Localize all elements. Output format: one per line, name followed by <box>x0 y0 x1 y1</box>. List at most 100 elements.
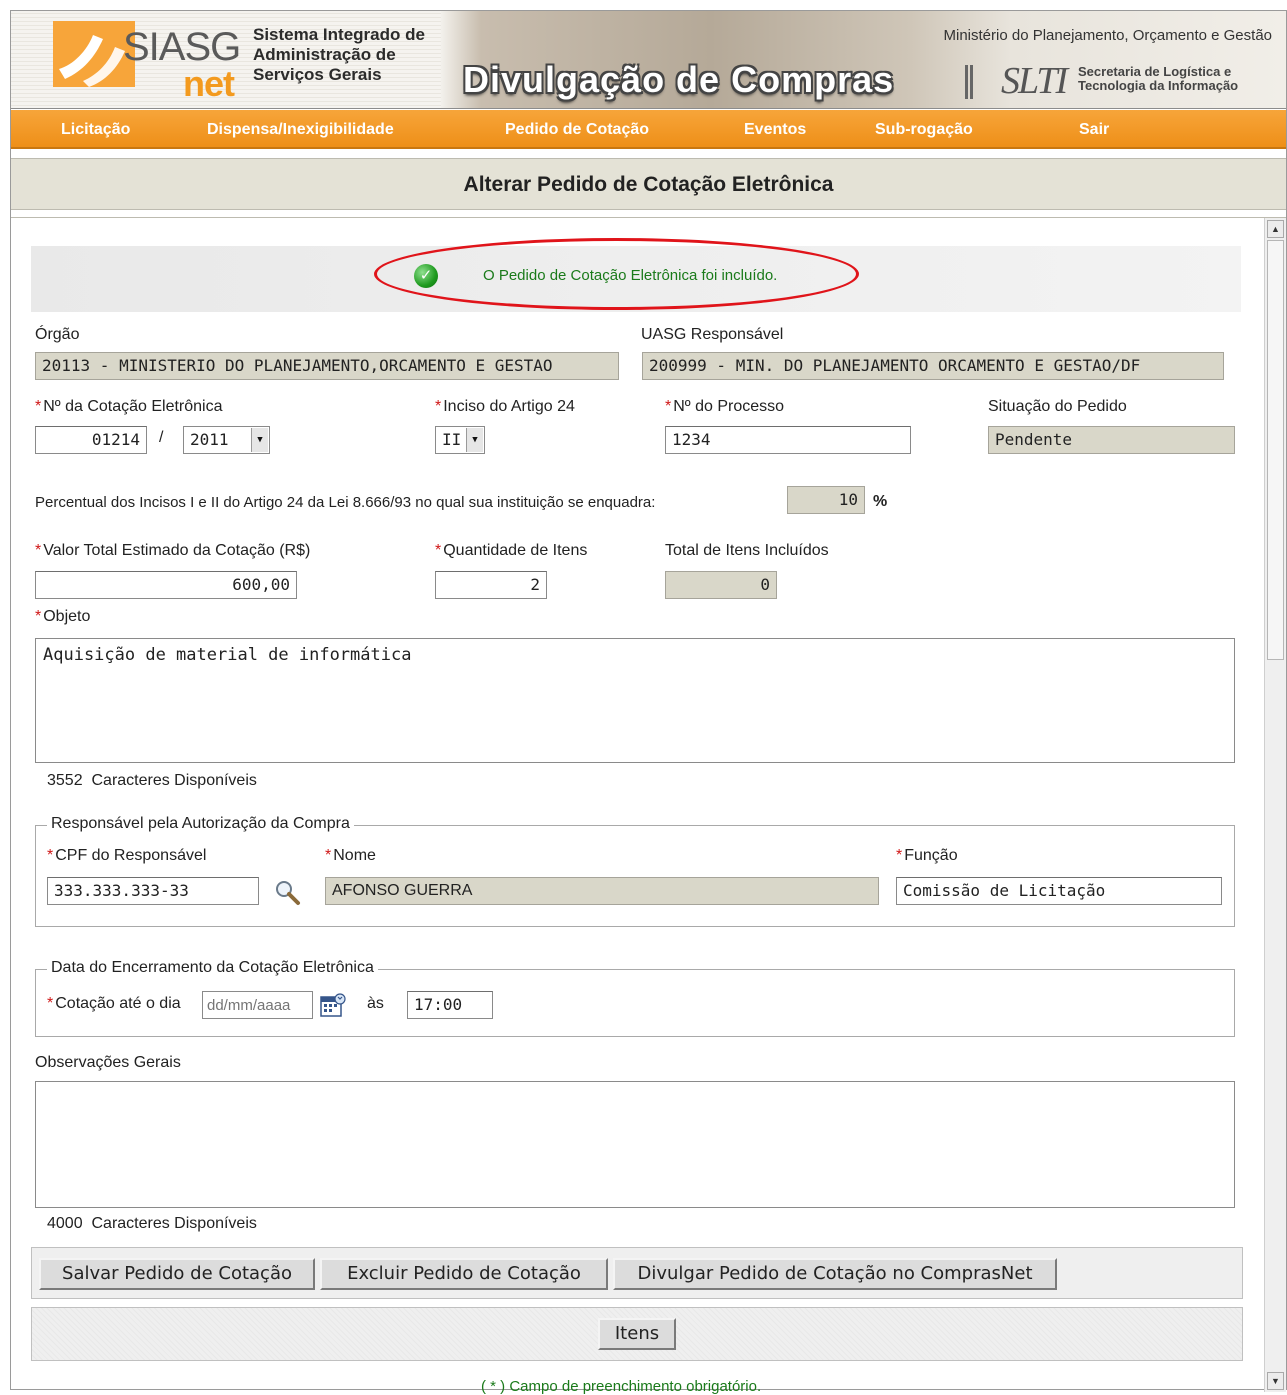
page-title: Alterar Pedido de Cotação Eletrônica <box>11 158 1286 210</box>
objeto-remaining: 3552 Caracteres Disponíveis <box>47 772 257 790</box>
logo-net-text: net <box>183 63 235 104</box>
cotacao-number-input[interactable]: 01214 <box>35 426 147 454</box>
required-marker: * <box>35 542 42 559</box>
cpf-label: * CPF do Responsável <box>47 847 206 865</box>
cotacao-ate-label-text: Cotação até o dia <box>55 995 181 1012</box>
system-title-line: Administração de <box>253 45 396 64</box>
slti-logo: SLTI <box>1001 60 1068 102</box>
objeto-label: * Objeto <box>35 608 90 626</box>
nome-field: AFONSO GUERRA <box>325 877 879 905</box>
inciso-value: II <box>442 430 462 449</box>
required-marker: * <box>435 398 442 415</box>
percentual-label: Percentual dos Incisos I e II do Artigo … <box>35 494 656 511</box>
nav-item-pedido-cotacao[interactable]: Pedido de Cotação <box>505 121 649 139</box>
secretaria-name: Secretaria de Logística e Tecnologia da … <box>1078 65 1238 93</box>
cpf-input[interactable]: 333.333.333-33 <box>47 877 259 905</box>
system-title-line: Sistema Integrado de <box>253 25 425 44</box>
percentual-unit: % <box>873 493 888 510</box>
scroll-thumb[interactable] <box>1267 240 1284 660</box>
main-nav: Licitação Dispensa/Inexigibilidade Pedid… <box>11 110 1286 149</box>
valor-total-label-text: Valor Total Estimado da Cotação (R$) <box>43 542 311 559</box>
required-marker: * <box>35 608 42 625</box>
cotacao-year-value: 2011 <box>190 430 229 449</box>
required-marker: * <box>896 847 903 864</box>
valor-total-input[interactable]: 600,00 <box>35 571 297 599</box>
system-title-line: Serviços Gerais <box>253 65 382 84</box>
required-marker: * <box>47 995 54 1012</box>
percentual-field: 10 <box>787 486 865 514</box>
header-banner: SIASG net Sistema Integrado de Administr… <box>11 11 1286 109</box>
required-marker: * <box>325 847 332 864</box>
required-marker: * <box>35 398 42 415</box>
nav-item-sair[interactable]: Sair <box>1079 121 1109 139</box>
orgao-field: 20113 - MINISTERIO DO PLANEJAMENTO,ORCAM… <box>35 352 619 380</box>
responsavel-fieldset <box>35 825 1235 927</box>
quantidade-input[interactable]: 2 <box>435 571 547 599</box>
form-content: ▲ ▼ ✓ O Pedido de Cotação Eletrônica foi… <box>11 217 1286 1395</box>
responsavel-legend: Responsável pela Autorização da Compra <box>47 815 354 833</box>
chevron-down-icon[interactable]: ▼ <box>251 428 268 452</box>
divulgar-button[interactable]: Divulgar Pedido de Cotação no ComprasNet <box>613 1258 1057 1290</box>
required-field-note: ( * ) Campo de preenchimento obrigatório… <box>481 1378 762 1395</box>
uasg-field: 200999 - MIN. DO PLANEJAMENTO ORCAMENTO … <box>642 352 1224 380</box>
funcao-label: * Função <box>896 847 958 865</box>
observacoes-remaining-count: 4000 <box>47 1215 83 1232</box>
secretaria-line: Tecnologia da Informação <box>1078 78 1239 93</box>
chevron-down-icon[interactable]: ▼ <box>466 428 483 452</box>
magnifier-icon[interactable] <box>273 878 301 906</box>
total-incluidos-field: 0 <box>665 571 777 599</box>
required-marker: * <box>435 542 442 559</box>
nav-item-dispensa[interactable]: Dispensa/Inexigibilidade <box>207 121 394 139</box>
objeto-remaining-count: 3552 <box>47 772 83 789</box>
excluir-button[interactable]: Excluir Pedido de Cotação <box>320 1258 608 1290</box>
inciso-label: * Inciso do Artigo 24 <box>435 398 575 416</box>
scroll-down-icon[interactable]: ▼ <box>1267 1372 1284 1390</box>
app-frame: SIASG net Sistema Integrado de Administr… <box>10 10 1287 1395</box>
cpf-label-text: CPF do Responsável <box>55 847 207 864</box>
inciso-select[interactable]: II ▼ <box>435 426 485 454</box>
cotacao-ate-label: * Cotação até o dia <box>47 995 181 1013</box>
quantidade-label-text: Quantidade de Itens <box>443 542 588 559</box>
cotacao-year-select[interactable]: 2011 ▼ <box>183 426 270 454</box>
observacoes-label: Observações Gerais <box>35 1054 181 1071</box>
required-marker: * <box>47 847 54 864</box>
objeto-remaining-label: Caracteres Disponíveis <box>91 772 257 789</box>
processo-label-text: Nº do Processo <box>673 398 785 415</box>
nav-item-licitacao[interactable]: Licitação <box>61 121 130 139</box>
encerramento-legend: Data do Encerramento da Cotação Eletrôni… <box>47 959 378 977</box>
salvar-button[interactable]: Salvar Pedido de Cotação <box>39 1258 315 1290</box>
required-marker: * <box>665 398 672 415</box>
total-incluidos-label: Total de Itens Incluídos <box>665 542 829 559</box>
objeto-label-text: Objeto <box>43 608 91 625</box>
date-input[interactable] <box>202 991 313 1019</box>
observacoes-remaining: 4000 Caracteres Disponíveis <box>47 1215 257 1233</box>
vertical-scrollbar[interactable]: ▲ ▼ <box>1264 218 1286 1392</box>
observacoes-textarea[interactable] <box>35 1081 1235 1208</box>
highlight-ellipse <box>374 238 859 310</box>
uasg-label: UASG Responsável <box>641 326 784 343</box>
funcao-input[interactable]: Comissão de Licitação <box>896 877 1222 905</box>
valor-total-label: * Valor Total Estimado da Cotação (R$) <box>35 542 310 560</box>
scroll-up-icon[interactable]: ▲ <box>1267 220 1284 238</box>
inciso-label-text: Inciso do Artigo 24 <box>443 398 575 415</box>
cotacao-label-text: Nº da Cotação Eletrônica <box>43 398 223 415</box>
slti-bar-icon <box>965 65 973 99</box>
nav-item-sub-rogacao[interactable]: Sub-rogação <box>875 121 973 139</box>
funcao-label-text: Função <box>904 847 958 864</box>
objeto-textarea[interactable]: Aquisição de material de informática <box>35 638 1235 763</box>
quantidade-label: * Quantidade de Itens <box>435 542 587 560</box>
processo-input[interactable]: 1234 <box>665 426 911 454</box>
nav-item-eventos[interactable]: Eventos <box>744 121 806 139</box>
situacao-field: Pendente <box>988 426 1235 454</box>
calendar-icon[interactable] <box>319 991 347 1019</box>
time-input[interactable]: 17:00 <box>407 991 493 1019</box>
itens-button[interactable]: Itens <box>598 1318 676 1350</box>
as-label: às <box>367 995 384 1012</box>
secretaria-line: Secretaria de Logística e <box>1078 64 1232 79</box>
banner-title: Divulgação de Compras <box>463 59 895 100</box>
orgao-label: Órgão <box>35 326 80 343</box>
cotacao-separator: / <box>159 429 164 446</box>
ministry-name: Ministério do Planejamento, Orçamento e … <box>943 27 1273 44</box>
cotacao-label: * Nº da Cotação Eletrônica <box>35 398 223 416</box>
situacao-label: Situação do Pedido <box>988 398 1127 415</box>
